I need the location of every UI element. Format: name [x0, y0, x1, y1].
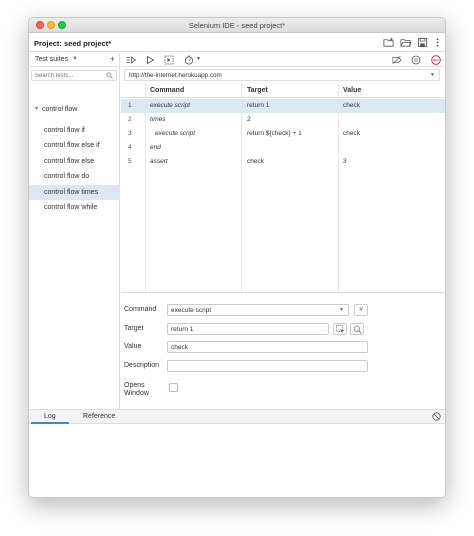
table-row[interactable]: 5 assert check 3	[121, 155, 445, 169]
record-label: REC	[433, 58, 440, 62]
speed-dropdown-caret[interactable]: ▼	[196, 56, 201, 62]
opens-window-label: Opens	[124, 382, 145, 389]
test-item[interactable]: control flow else	[29, 154, 120, 169]
record-icon[interactable]: REC	[431, 55, 441, 65]
value-field[interactable]: check	[167, 341, 368, 353]
command-label: Command	[124, 306, 157, 313]
test-item[interactable]: control flow else if	[29, 138, 120, 153]
row-index: 5	[128, 158, 132, 165]
more-vertical-icon[interactable]	[432, 37, 443, 48]
suites-header: Test suites ▼ +	[29, 53, 119, 67]
cursor-select-icon	[335, 325, 344, 334]
row-value: check	[343, 102, 360, 109]
log-panel-tabs: Log Reference	[29, 409, 445, 424]
comment-toggle-button[interactable]: #	[354, 304, 368, 316]
search-tests-box	[31, 70, 117, 81]
command-table: Command Target Value 1 execute script re…	[121, 84, 445, 293]
search-icon	[353, 325, 362, 334]
suites-dropdown[interactable]: Test suites	[35, 56, 68, 63]
step-over-icon[interactable]	[164, 55, 174, 65]
chevron-down-icon[interactable]: ▼	[72, 56, 78, 62]
find-target-button[interactable]	[350, 323, 364, 335]
expand-arrow-icon[interactable]: ▼	[34, 106, 39, 112]
tab-log[interactable]: Log	[31, 413, 69, 424]
row-target: return 1	[247, 102, 270, 109]
row-value: 3	[343, 158, 347, 165]
command-field[interactable]: execute script ▼	[167, 304, 349, 316]
row-command: times	[150, 116, 166, 123]
app-window: Selenium IDE - seed project* Project: se…	[28, 17, 446, 498]
run-icon[interactable]	[145, 55, 155, 65]
speed-icon[interactable]	[184, 55, 194, 65]
target-field-value: return 1	[171, 326, 194, 333]
clear-log-icon[interactable]	[432, 412, 441, 421]
opens-window-label-line2: Window	[124, 390, 149, 397]
row-value: check	[343, 130, 360, 137]
target-field[interactable]: return 1	[167, 323, 329, 335]
table-header: Command Target Value	[121, 84, 445, 98]
command-field-value: execute script	[171, 307, 212, 314]
command-editor: Command execute script ▼ # Target return…	[121, 294, 445, 408]
project-bar: Project: seed project*	[29, 34, 445, 52]
base-url-select[interactable]: http://the-internet.herokuapp.com ▼	[124, 69, 440, 81]
row-index: 1	[128, 102, 132, 109]
table-row[interactable]: 2 times 2	[121, 113, 445, 127]
row-index: 2	[128, 116, 132, 123]
new-folder-icon[interactable]	[383, 37, 394, 48]
row-target: return ${check} + 1	[247, 130, 302, 137]
row-index: 3	[128, 130, 132, 137]
search-tests-input[interactable]	[35, 72, 103, 80]
suite-control-flow[interactable]: ▼ control flow	[34, 106, 77, 113]
description-label: Description	[124, 362, 160, 369]
opens-window-checkbox[interactable]	[169, 383, 178, 392]
row-target: 2	[247, 116, 251, 123]
save-icon[interactable]	[417, 37, 428, 48]
column-header-command: Command	[150, 87, 185, 94]
column-header-value: Value	[343, 87, 362, 94]
test-item[interactable]: control flow do	[29, 169, 120, 184]
title-bar: Selenium IDE - seed project*	[29, 18, 445, 33]
description-field[interactable]	[167, 360, 368, 372]
row-command: execute script	[155, 130, 196, 137]
test-suites-panel: Test suites ▼ + ▼control flow control fl…	[29, 53, 120, 409]
search-icon	[106, 72, 113, 79]
test-item[interactable]: control flow while	[29, 200, 120, 215]
playback-toolbar: ▼ REC	[121, 53, 445, 67]
disable-breakpoints-icon[interactable]	[392, 55, 402, 65]
table-row-selected[interactable]: 1 execute script return 1 check	[121, 99, 445, 113]
test-item-selected[interactable]: control flow times	[29, 185, 120, 200]
log-output	[29, 425, 445, 497]
tab-reference[interactable]: Reference	[83, 413, 115, 420]
chevron-down-icon[interactable]: ▼	[430, 72, 435, 78]
window-title: Selenium IDE - seed project*	[188, 21, 286, 30]
row-command: execute script	[150, 102, 191, 109]
test-item[interactable]: control flow if	[29, 123, 120, 138]
base-url-value: http://the-internet.herokuapp.com	[129, 72, 222, 79]
chevron-down-icon[interactable]: ▼	[339, 307, 344, 313]
open-folder-icon[interactable]	[400, 37, 411, 48]
run-all-icon[interactable]	[126, 55, 136, 65]
row-index: 4	[128, 144, 132, 151]
table-row[interactable]: 4 end	[121, 141, 445, 155]
row-target: check	[247, 158, 264, 165]
value-field-value: check	[171, 344, 188, 351]
select-target-button[interactable]	[333, 323, 347, 335]
table-row[interactable]: 3 execute script return ${check} + 1 che…	[121, 127, 445, 141]
column-header-target: Target	[247, 87, 268, 94]
pause-on-exceptions-icon[interactable]	[411, 55, 421, 65]
value-label: Value	[124, 343, 142, 350]
add-suite-button[interactable]: +	[110, 54, 115, 64]
target-label: Target	[124, 325, 144, 332]
row-command: end	[150, 144, 161, 151]
suite-name: control flow	[41, 106, 78, 113]
row-command: assert	[150, 158, 168, 165]
project-name[interactable]: Project: seed project*	[34, 39, 111, 48]
